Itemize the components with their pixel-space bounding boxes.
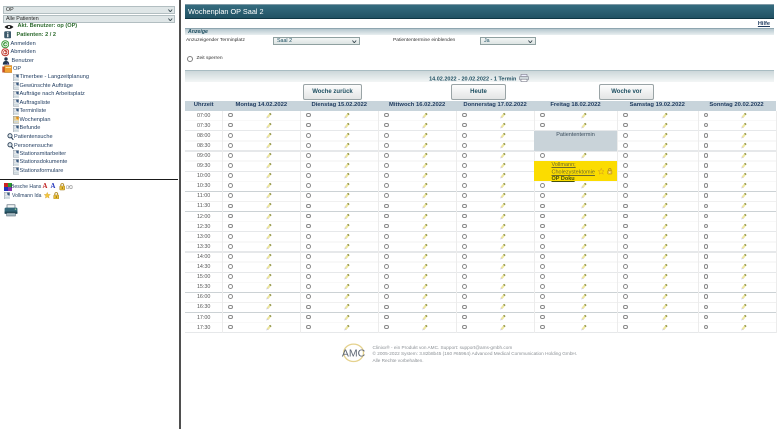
svg-text:AMC: AMC <box>342 347 366 359</box>
